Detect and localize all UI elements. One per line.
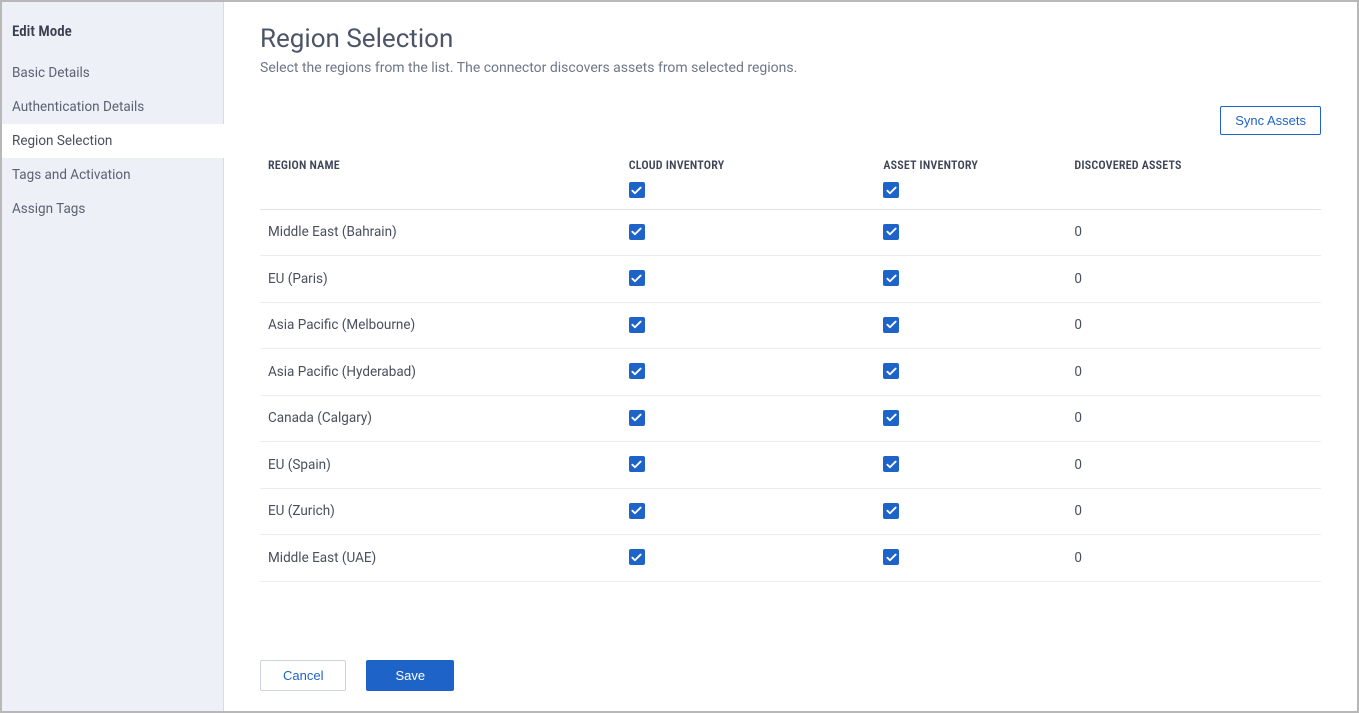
cloud-inventory-cell xyxy=(621,535,876,582)
sidebar-item-basic-details[interactable]: Basic Details xyxy=(2,56,223,90)
check-icon xyxy=(886,366,897,377)
cloud-inventory-checkbox[interactable] xyxy=(629,270,645,286)
header-cloud: CLOUD INVENTORY xyxy=(621,148,876,180)
select-all-asset-checkbox[interactable] xyxy=(883,182,899,198)
asset-inventory-checkbox[interactable] xyxy=(883,456,899,472)
header-asset: ASSET INVENTORY xyxy=(875,148,1066,180)
check-icon xyxy=(886,226,897,237)
save-button[interactable]: Save xyxy=(366,660,454,691)
asset-inventory-cell xyxy=(875,302,1066,349)
check-icon xyxy=(631,412,642,423)
discovered-assets-cell: 0 xyxy=(1066,302,1321,349)
table-row: Middle East (Bahrain) 0 xyxy=(260,209,1321,256)
cancel-button[interactable]: Cancel xyxy=(260,660,346,691)
discovered-assets-cell: 0 xyxy=(1066,442,1321,489)
select-all-cloud-checkbox[interactable] xyxy=(629,182,645,198)
discovered-assets-cell: 0 xyxy=(1066,349,1321,396)
header-discovered: DISCOVERED ASSETS xyxy=(1066,148,1321,180)
region-name-cell: Middle East (Bahrain) xyxy=(260,209,621,256)
check-icon xyxy=(631,226,642,237)
check-icon xyxy=(631,319,642,330)
content-area: Region Selection Select the regions from… xyxy=(224,2,1357,642)
asset-inventory-checkbox[interactable] xyxy=(883,549,899,565)
region-name-cell: EU (Spain) xyxy=(260,442,621,489)
asset-inventory-cell xyxy=(875,442,1066,489)
footer: Cancel Save xyxy=(224,642,1357,711)
discovered-assets-cell: 0 xyxy=(1066,395,1321,442)
asset-inventory-cell xyxy=(875,488,1066,535)
cloud-inventory-checkbox[interactable] xyxy=(629,224,645,240)
table-row: Asia Pacific (Melbourne) 0 xyxy=(260,302,1321,349)
sidebar-title: Edit Mode xyxy=(2,8,223,56)
discovered-assets-cell: 0 xyxy=(1066,256,1321,303)
check-icon xyxy=(631,366,642,377)
sidebar-item-tags-and-activation[interactable]: Tags and Activation xyxy=(2,158,223,192)
cloud-inventory-checkbox[interactable] xyxy=(629,549,645,565)
check-icon xyxy=(886,412,897,423)
sidebar-item-authentication-details[interactable]: Authentication Details xyxy=(2,90,223,124)
modal-frame: Edit Mode Basic DetailsAuthentication De… xyxy=(0,0,1359,713)
page-title: Region Selection xyxy=(260,24,1321,54)
region-name-cell: Asia Pacific (Hyderabad) xyxy=(260,349,621,396)
check-icon xyxy=(631,459,642,470)
region-name-cell: Middle East (UAE) xyxy=(260,535,621,582)
check-icon xyxy=(631,552,642,563)
check-icon xyxy=(886,273,897,284)
asset-inventory-checkbox[interactable] xyxy=(883,317,899,333)
region-table: REGION NAME CLOUD INVENTORY ASSET INVENT… xyxy=(260,148,1321,582)
check-icon xyxy=(631,505,642,516)
asset-inventory-cell xyxy=(875,535,1066,582)
table-row: Asia Pacific (Hyderabad) 0 xyxy=(260,349,1321,396)
cloud-inventory-cell xyxy=(621,302,876,349)
table-row: EU (Spain) 0 xyxy=(260,442,1321,489)
table-row: EU (Paris) 0 xyxy=(260,256,1321,303)
table-row: EU (Zurich) 0 xyxy=(260,488,1321,535)
cloud-inventory-cell xyxy=(621,488,876,535)
cloud-inventory-checkbox[interactable] xyxy=(629,456,645,472)
region-name-cell: Asia Pacific (Melbourne) xyxy=(260,302,621,349)
check-icon xyxy=(631,185,642,196)
cloud-inventory-cell xyxy=(621,442,876,489)
check-icon xyxy=(886,505,897,516)
cloud-inventory-checkbox[interactable] xyxy=(629,363,645,379)
cloud-inventory-checkbox[interactable] xyxy=(629,503,645,519)
asset-inventory-cell xyxy=(875,349,1066,396)
check-icon xyxy=(886,185,897,196)
table-row: Canada (Calgary) 0 xyxy=(260,395,1321,442)
cloud-inventory-cell xyxy=(621,395,876,442)
discovered-assets-cell: 0 xyxy=(1066,488,1321,535)
region-name-cell: EU (Zurich) xyxy=(260,488,621,535)
asset-inventory-checkbox[interactable] xyxy=(883,363,899,379)
cloud-inventory-checkbox[interactable] xyxy=(629,317,645,333)
asset-inventory-cell xyxy=(875,256,1066,303)
asset-inventory-cell xyxy=(875,395,1066,442)
table-row: Middle East (UAE) 0 xyxy=(260,535,1321,582)
sidebar-item-region-selection[interactable]: Region Selection xyxy=(2,124,223,158)
asset-inventory-checkbox[interactable] xyxy=(883,410,899,426)
region-name-cell: Canada (Calgary) xyxy=(260,395,621,442)
sync-assets-button[interactable]: Sync Assets xyxy=(1220,106,1321,135)
asset-inventory-checkbox[interactable] xyxy=(883,224,899,240)
check-icon xyxy=(886,459,897,470)
header-region: REGION NAME xyxy=(260,148,621,180)
sidebar-item-assign-tags[interactable]: Assign Tags xyxy=(2,192,223,226)
region-name-cell: EU (Paris) xyxy=(260,256,621,303)
page-subtitle: Select the regions from the list. The co… xyxy=(260,60,1321,76)
main-panel: Region Selection Select the regions from… xyxy=(224,2,1357,711)
cloud-inventory-checkbox[interactable] xyxy=(629,410,645,426)
cloud-inventory-cell xyxy=(621,256,876,303)
table-scroll[interactable]: REGION NAME CLOUD INVENTORY ASSET INVENT… xyxy=(260,147,1321,583)
discovered-assets-cell: 0 xyxy=(1066,535,1321,582)
asset-inventory-checkbox[interactable] xyxy=(883,503,899,519)
discovered-assets-cell: 0 xyxy=(1066,209,1321,256)
toolbar: Sync Assets xyxy=(260,106,1321,135)
asset-inventory-cell xyxy=(875,209,1066,256)
check-icon xyxy=(631,273,642,284)
asset-inventory-checkbox[interactable] xyxy=(883,270,899,286)
check-icon xyxy=(886,319,897,330)
check-icon xyxy=(886,552,897,563)
sidebar: Edit Mode Basic DetailsAuthentication De… xyxy=(2,2,224,711)
cloud-inventory-cell xyxy=(621,349,876,396)
cloud-inventory-cell xyxy=(621,209,876,256)
